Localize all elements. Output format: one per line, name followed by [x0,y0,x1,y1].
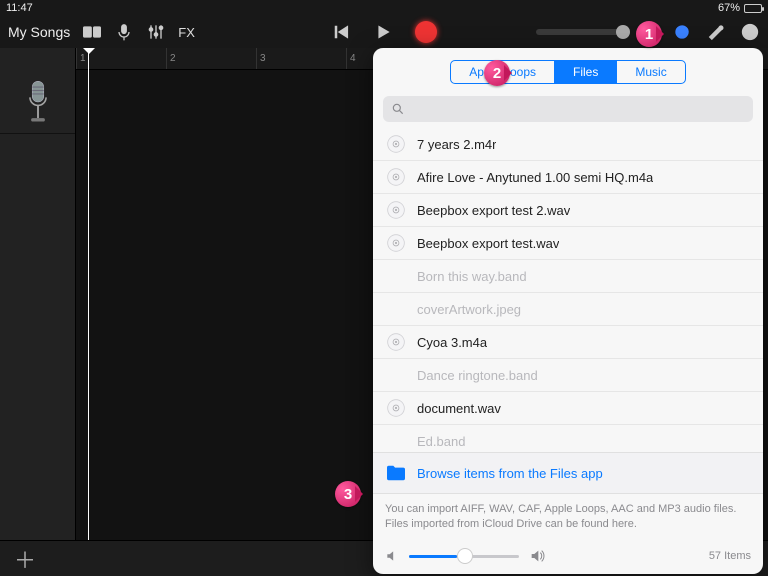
file-row: coverArtwork.jpeg [373,293,763,326]
track-headers [0,48,76,540]
master-volume-slider[interactable] [536,29,624,35]
volume-high-icon [529,548,545,564]
mixer-icon[interactable] [146,22,166,42]
file-name: document.wav [417,401,501,416]
file-name: Beepbox export test 2.wav [417,203,570,218]
back-button[interactable]: My Songs [8,24,70,40]
file-name: Dance ringtone.band [417,368,538,383]
audio-file-icon [385,199,407,221]
file-row[interactable]: 7 years 2.m4r [373,128,763,161]
file-row[interactable]: document.wav [373,392,763,425]
audio-file-icon [385,397,407,419]
image-file-icon [385,298,407,320]
playhead[interactable] [88,48,89,540]
search-input[interactable] [383,96,753,122]
band-file-icon [385,364,407,386]
microphone-icon[interactable] [114,22,134,42]
studio-mic-icon [24,79,52,125]
file-row[interactable]: Afire Love - Anytuned 1.00 semi HQ.m4a [373,161,763,194]
audio-file-icon [385,331,407,353]
file-row: Born this way.band [373,260,763,293]
go-to-start-icon[interactable] [331,22,351,42]
fx-button[interactable]: FX [178,25,195,40]
folder-icon [385,464,407,482]
play-icon[interactable] [373,22,393,42]
browser-view-icon[interactable] [82,22,102,42]
browse-files-label: Browse items from the Files app [417,466,603,481]
ruler-mark: 3 [256,48,346,69]
tab-files[interactable]: Files [555,61,617,83]
item-count: 57 Items [709,550,751,562]
settings-icon[interactable] [706,22,726,42]
band-file-icon [385,265,407,287]
file-row[interactable]: Cyoa 3.m4a [373,326,763,359]
add-track-button[interactable]: ＋ [14,543,36,575]
record-button[interactable] [415,21,437,43]
file-name: Ed.band [417,434,465,449]
track-header-audio[interactable] [0,70,75,134]
audio-file-icon [385,133,407,155]
clock: 11:47 [6,2,33,14]
file-name: Cyoa 3.m4a [417,335,487,350]
loop-browser-popover: Apple Loops Files Music 7 years 2.m4rAfi… [373,48,763,574]
file-name: Beepbox export test.wav [417,236,559,251]
popover-footer: 57 Items [373,542,763,574]
volume-low-icon [385,549,399,563]
tab-music[interactable]: Music [617,61,684,83]
import-help-text: You can import AIFF, WAV, CAF, Apple Loo… [373,494,763,542]
battery-text: 67% [718,2,740,14]
annotation-3: 3 [335,481,361,507]
preview-volume-slider[interactable] [409,555,519,558]
audio-file-icon [385,166,407,188]
file-row[interactable]: Beepbox export test.wav [373,227,763,260]
file-row: Ed.band [373,425,763,452]
band-file-icon [385,430,407,452]
file-name: Born this way.band [417,269,527,284]
file-row: Dance ringtone.band [373,359,763,392]
annotation-2: 2 [484,60,510,86]
file-row[interactable]: Beepbox export test 2.wav [373,194,763,227]
browse-files-app-row[interactable]: Browse items from the Files app [373,452,763,494]
status-bar: 11:47 67% [0,0,768,16]
loop-browser-icon[interactable] [672,22,692,42]
audio-file-icon [385,232,407,254]
file-list[interactable]: 7 years 2.m4r Afire Love - Anytuned 1.00 … [373,128,763,452]
search-icon [391,102,405,116]
file-name: Afire Love - Anytuned 1.00 semi HQ.m4a [417,170,653,185]
file-name: coverArtwork.jpeg [417,302,521,317]
annotation-1: 1 [636,21,662,47]
ruler-mark: 2 [166,48,256,69]
file-name: 7 years 2.m4r [417,137,496,152]
help-icon[interactable] [740,22,760,42]
battery-icon [744,4,762,13]
